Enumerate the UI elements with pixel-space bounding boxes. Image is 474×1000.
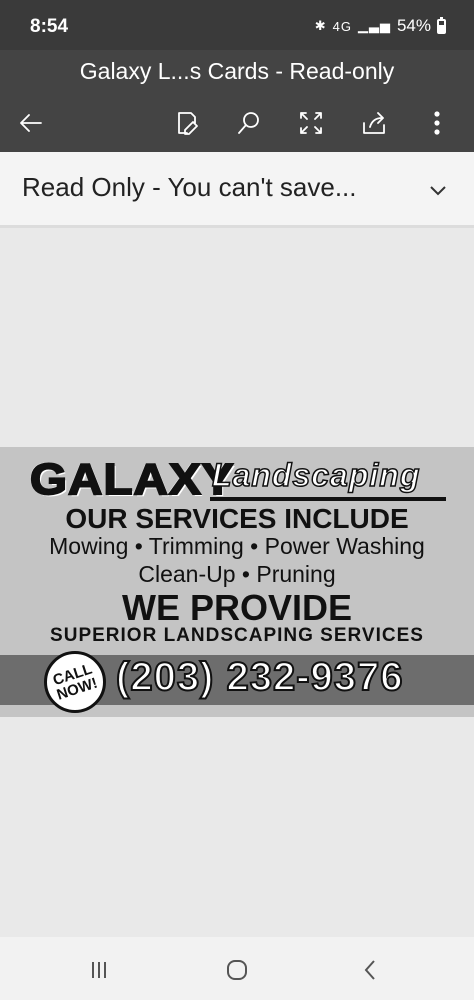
- provide-subheading: SUPERIOR LANDSCAPING SERVICES: [50, 625, 424, 646]
- status-bar: 8:54 ✱ 4G ▁▃▅ 54%: [0, 0, 474, 50]
- services-heading: OUR SERVICES INCLUDE: [65, 503, 409, 534]
- services-line-2: Clean-Up • Pruning: [138, 561, 336, 587]
- provide-heading: WE PROVIDE: [121, 587, 353, 628]
- brand-row: GALAXY Landscaping: [0, 453, 474, 505]
- app-header: Galaxy L...s Cards - Read-only: [0, 50, 474, 152]
- status-time: 8:54: [30, 16, 69, 37]
- business-card: GALAXY Landscaping OUR SERVICES INCLUDE …: [0, 447, 474, 717]
- call-now-badge: CALL NOW!: [44, 651, 106, 713]
- more-icon[interactable]: [420, 106, 454, 140]
- document-title: Galaxy L...s Cards - Read-only: [79, 58, 395, 84]
- services-line-1: Mowing • Trimming • Power Washing: [49, 533, 425, 559]
- document-canvas[interactable]: GALAXY Landscaping OUR SERVICES INCLUDE …: [0, 231, 474, 937]
- home-icon[interactable]: [222, 955, 252, 985]
- bluetooth-icon: ✱: [314, 18, 327, 33]
- system-nav-bar: [0, 937, 474, 1000]
- fullscreen-icon[interactable]: [294, 106, 328, 140]
- chevron-down-icon[interactable]: [426, 178, 450, 202]
- toolbar: [0, 102, 474, 142]
- phone-number: (203) 232-9376: [115, 654, 404, 700]
- network-type: 4G: [332, 18, 352, 34]
- banner-text: Read Only - You can't save...: [22, 172, 357, 202]
- back-icon[interactable]: [356, 955, 386, 985]
- status-indicators: ✱ 4G ▁▃▅ 54%: [315, 16, 446, 36]
- search-icon[interactable]: [232, 106, 266, 140]
- battery-percent: 54%: [396, 16, 431, 35]
- recent-apps-icon[interactable]: [84, 955, 114, 985]
- signal-icon: ▁▃▅: [357, 18, 391, 33]
- battery-icon: [437, 16, 446, 34]
- brand-name: GALAXY: [29, 454, 235, 505]
- read-only-banner[interactable]: Read Only - You can't save...: [0, 152, 474, 228]
- share-icon[interactable]: [357, 106, 391, 140]
- brand-underline: [210, 497, 446, 501]
- edit-icon[interactable]: [170, 106, 204, 140]
- back-arrow-icon[interactable]: [14, 106, 48, 140]
- brand-sub: Landscaping: [211, 456, 421, 494]
